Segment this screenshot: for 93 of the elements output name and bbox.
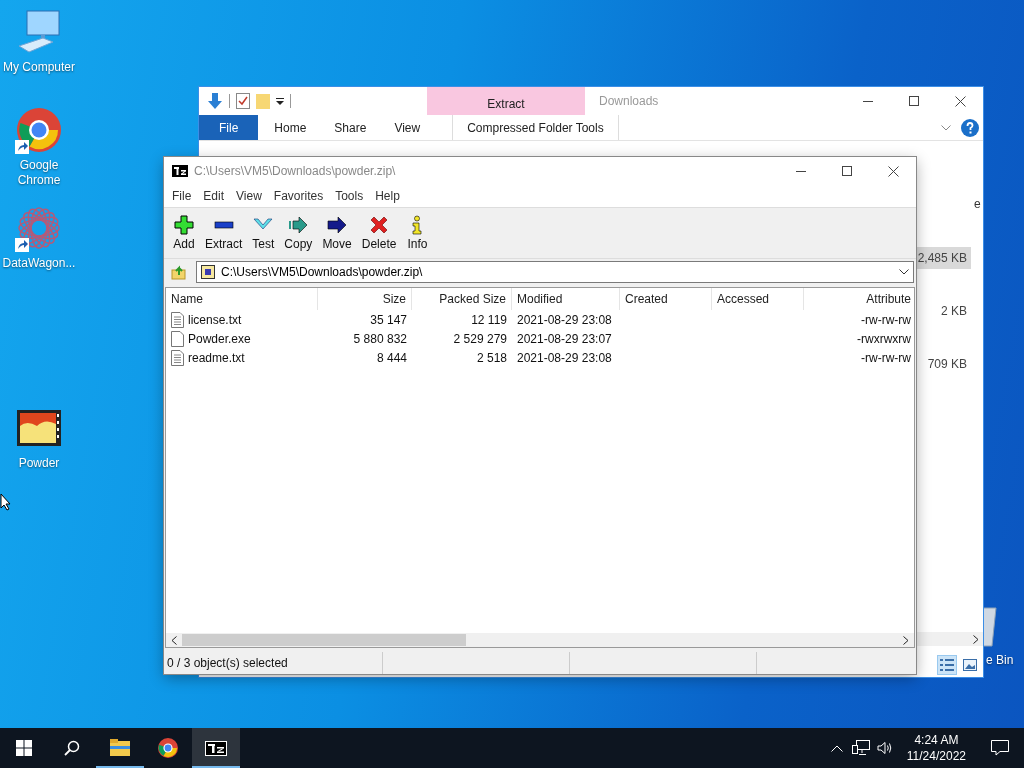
table-cell-text: -rw-rw-rw	[860, 350, 912, 365]
table-cell-text: 2 529 279	[452, 331, 508, 346]
toolbar-button[interactable]: Move	[317, 208, 357, 258]
table-cell-text: 12 119	[470, 312, 508, 327]
chrome-icon	[157, 737, 179, 759]
column-header[interactable]: Packed Size	[412, 288, 512, 310]
horizontal-scrollbar[interactable]	[916, 632, 983, 646]
toolbar-button[interactable]: Delete	[356, 208, 402, 258]
details-view-button[interactable]	[937, 655, 957, 675]
address-field[interactable]: C:\Users\VM5\Downloads\powder.zip\	[196, 261, 914, 283]
menu-item[interactable]: Favorites	[267, 189, 330, 203]
toolbar-button[interactable]: Extract	[200, 208, 248, 258]
windows-logo-icon	[16, 740, 32, 756]
help-icon[interactable]	[961, 118, 979, 137]
table-cell-text: 5 880 832	[352, 331, 408, 346]
desktop-icon-label[interactable]: e Bin	[986, 653, 1014, 667]
file-size: 2,485 KB	[916, 247, 971, 269]
contextual-tab-header: Extract	[427, 87, 585, 115]
table-cell-text: 8 444	[375, 350, 408, 365]
maximize-icon	[842, 166, 852, 176]
table-cell-text: 35 147	[369, 312, 408, 327]
arrow-right-icon	[327, 215, 348, 235]
archive-file-icon	[201, 265, 215, 279]
file-name[interactable]: license.txt	[188, 312, 242, 327]
flower-pattern-icon	[15, 204, 63, 252]
mouse-pointer-icon	[0, 493, 12, 511]
plus-icon	[174, 215, 194, 235]
chevron-up-icon	[830, 744, 843, 752]
column-header[interactable]: e	[974, 197, 983, 211]
folder-up-icon	[171, 264, 187, 280]
file-icon	[171, 330, 184, 347]
file-size: 709 KB	[926, 356, 968, 373]
file-size: 2 KB	[940, 303, 968, 320]
column-header[interactable]: Attribute	[804, 288, 912, 310]
menu-item[interactable]: View	[230, 189, 268, 203]
folder-icon	[109, 737, 131, 759]
speaker-icon	[876, 741, 893, 755]
status-text: 0 / 3 object(s) selected	[164, 652, 383, 674]
menu-item[interactable]: Edit	[197, 189, 231, 203]
checklist-icon[interactable]	[236, 93, 250, 109]
clock-date: 11/24/2022	[906, 748, 966, 764]
menu-item[interactable]: Tools	[329, 189, 370, 203]
ribbon-tab[interactable]: Share	[320, 115, 381, 140]
maximize-icon	[909, 96, 919, 106]
network-icon	[851, 740, 870, 756]
clock-time: 4:24 AM	[914, 732, 959, 748]
menu-item[interactable]: Help	[369, 189, 406, 203]
toolbar-button[interactable]: Copy	[279, 208, 318, 258]
taskbar-app[interactable]	[192, 728, 240, 768]
text-file-icon	[171, 311, 184, 328]
column-header[interactable]: Created	[620, 288, 712, 310]
column-header[interactable]: Name	[166, 288, 318, 310]
details-view-icon	[940, 659, 954, 671]
table-cell-text: 2 518	[475, 350, 508, 365]
menu-item[interactable]: File	[166, 189, 198, 203]
ribbon-tab[interactable]: Compressed Folder Tools	[452, 115, 619, 140]
window-title: Downloads	[598, 93, 660, 110]
table-cell-text: 2021-08-29 23:07	[516, 331, 613, 346]
down-arrow-icon[interactable]	[207, 92, 223, 110]
toolbar-button[interactable]: Test	[247, 208, 280, 258]
table-cell-text: -rw-rw-rw	[860, 312, 912, 327]
column-header[interactable]: Modified	[512, 288, 620, 310]
column-header[interactable]: Size	[318, 288, 412, 310]
file-name[interactable]: readme.txt	[188, 350, 245, 365]
dropdown-icon[interactable]	[276, 97, 284, 105]
close-icon	[887, 165, 899, 177]
file-menu-tab[interactable]: File	[199, 115, 259, 140]
horizontal-scrollbar[interactable]	[166, 633, 914, 647]
chrome-icon	[15, 106, 63, 154]
file-name[interactable]: Powder.exe	[188, 331, 251, 346]
chevron-down-icon[interactable]	[941, 124, 951, 131]
ribbon-tab[interactable]: View	[380, 115, 435, 140]
dropdown-icon	[899, 269, 909, 275]
toolbar-button[interactable]: Add	[168, 208, 200, 258]
column-header[interactable]: Accessed	[712, 288, 804, 310]
text-file-icon	[171, 349, 184, 366]
table-cell-text: 2021-08-29 23:08	[516, 350, 613, 365]
table-cell-text: 2021-08-29 23:08	[516, 312, 613, 327]
toolbar-button[interactable]: Info	[401, 208, 434, 258]
table-cell-text: -rwxrwxrw	[856, 331, 912, 346]
chevron-left-icon	[171, 635, 177, 645]
speech-bubble-icon	[991, 740, 1009, 756]
window-title: C:\Users\VM5\Downloads\powder.zip\	[194, 164, 397, 178]
chevron-right-icon	[973, 634, 979, 644]
chevron-right-icon	[903, 635, 909, 645]
image-view-icon	[963, 659, 977, 671]
close-icon	[954, 95, 966, 107]
clock[interactable]: 4:24 AM 11/24/2022	[896, 732, 976, 764]
search-icon	[64, 740, 80, 756]
ribbon-tab[interactable]: Home	[260, 115, 321, 140]
delete-icon	[369, 215, 390, 235]
arrow-right-icon	[288, 215, 309, 235]
archive-logo-icon	[172, 165, 188, 177]
